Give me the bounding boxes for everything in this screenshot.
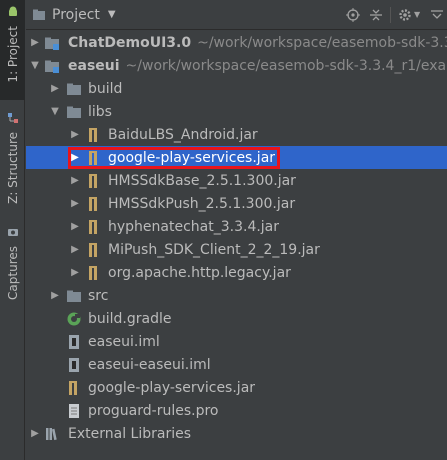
- jar-icon: [89, 219, 97, 234]
- structure-icon: [7, 113, 18, 123]
- tab-structure[interactable]: Z: Structure: [0, 108, 25, 208]
- folder-icon: [67, 83, 81, 95]
- gradle-icon: [67, 312, 81, 325]
- tree-row-label: proguard-rules.pro: [88, 402, 219, 419]
- tree-row-jar[interactable]: ▶ HMSSdkBase_2.5.1.300.jar: [26, 169, 447, 192]
- tree-row-label: build.gradle: [88, 310, 172, 327]
- target-icon[interactable]: [346, 8, 360, 22]
- tree-row-label: libs: [88, 103, 112, 120]
- module-folder-icon: [45, 60, 59, 73]
- tree-row-jar[interactable]: ▶ hyphenatechat_3.3.4.jar: [26, 215, 447, 238]
- tree-row-jar[interactable]: ▶ HMSSdkPush_2.5.1.300.jar: [26, 192, 447, 215]
- settings-icon[interactable]: [398, 8, 412, 22]
- hide-icon[interactable]: [430, 8, 444, 22]
- expand-arrow-icon[interactable]: ▶: [70, 175, 80, 186]
- tree-row-libs[interactable]: ▼ libs: [26, 100, 447, 123]
- project-panel-header: Project ▼ ▼: [26, 0, 447, 30]
- jar-icon: [89, 173, 97, 188]
- expand-arrow-icon[interactable]: ▶: [70, 198, 80, 209]
- tree-row-label: org.apache.http.legacy.jar: [108, 264, 291, 281]
- tree-row-label: External Libraries: [68, 425, 191, 442]
- expand-arrow-icon[interactable]: ▶: [70, 129, 80, 140]
- tree-row-jar[interactable]: ▶ BaiduLBS_Android.jar: [26, 123, 447, 146]
- project-tree: ▶ ChatDemoUI3.0 ~/work/workspace/easemob-…: [26, 31, 447, 460]
- tree-row-jar[interactable]: ▶ MiPush_SDK_Client_2_2_19.jar: [26, 238, 447, 261]
- expand-arrow-icon[interactable]: ▶: [50, 290, 60, 301]
- jar-icon: [89, 127, 97, 142]
- dropdown-caret-icon[interactable]: ▼: [108, 9, 116, 20]
- jar-icon: [89, 150, 97, 165]
- jar-icon: [89, 265, 97, 280]
- tree-row-iml[interactable]: easeui-easeui.iml: [26, 353, 447, 376]
- jar-icon: [69, 380, 77, 395]
- jar-icon: [89, 196, 97, 211]
- module-folder-icon: [45, 37, 59, 50]
- tab-captures[interactable]: Captures: [0, 222, 25, 302]
- collapse-arrow-icon[interactable]: ▼: [30, 60, 40, 71]
- tree-row-jar[interactable]: ▶ org.apache.http.legacy.jar: [26, 261, 447, 284]
- expand-arrow-icon[interactable]: ▶: [30, 37, 40, 48]
- collapse-arrow-icon[interactable]: ▼: [50, 106, 60, 117]
- tree-row-proguard[interactable]: proguard-rules.pro: [26, 399, 447, 422]
- tree-row-label: MiPush_SDK_Client_2_2_19.jar: [108, 241, 320, 258]
- tree-row-build[interactable]: ▶ build: [26, 77, 447, 100]
- tree-row-build-gradle[interactable]: build.gradle: [26, 307, 447, 330]
- tree-row-label: HMSSdkBase_2.5.1.300.jar: [108, 172, 296, 189]
- tree-row-external-libraries[interactable]: ▶ External Libraries: [26, 422, 447, 445]
- tree-row-label: easeui ~/work/workspace/easemob-sdk-3.3.4…: [68, 57, 447, 74]
- tree-row-label: easeui.iml: [88, 333, 160, 350]
- folder-icon: [67, 290, 81, 302]
- tree-row-easeui[interactable]: ▼ easeui ~/work/workspace/easemob-sdk-3.3…: [26, 54, 447, 77]
- iml-file-icon: [69, 334, 79, 349]
- tree-row-label: google-play-services.jar: [108, 149, 276, 166]
- tree-row-label: ChatDemoUI3.0 ~/work/workspace/easemob-sd…: [68, 34, 447, 51]
- android-icon: [8, 6, 17, 16]
- tab-structure-label: Z: Structure: [5, 132, 20, 204]
- project-view-title[interactable]: Project: [52, 7, 100, 23]
- jar-icon: [89, 242, 97, 257]
- expand-arrow-icon[interactable]: ▶: [30, 428, 40, 439]
- iml-file-icon: [69, 357, 79, 372]
- tree-row-label: src: [88, 287, 109, 304]
- tree-row-label: google-play-services.jar: [88, 379, 256, 396]
- expand-arrow-icon[interactable]: ▶: [70, 267, 80, 278]
- tree-row-src[interactable]: ▶ src: [26, 284, 447, 307]
- folder-icon: [67, 106, 81, 118]
- expand-arrow-icon[interactable]: ▶: [50, 83, 60, 94]
- tree-row-chatdemo[interactable]: ▶ ChatDemoUI3.0 ~/work/workspace/easemob-…: [26, 31, 447, 54]
- tree-row-label: HMSSdkPush_2.5.1.300.jar: [108, 195, 296, 212]
- camera-icon: [7, 229, 18, 236]
- tree-row-label: BaiduLBS_Android.jar: [108, 126, 258, 143]
- collapse-icon[interactable]: [369, 8, 383, 22]
- settings-caret-icon[interactable]: ▼: [414, 10, 420, 19]
- tree-row-label: build: [88, 80, 123, 97]
- text-file-icon: [69, 403, 79, 418]
- expand-arrow-icon[interactable]: ▶: [70, 244, 80, 255]
- tab-project[interactable]: 1: Project: [0, 0, 25, 100]
- tab-captures-label: Captures: [5, 246, 20, 300]
- tree-row-label: hyphenatechat_3.3.4.jar: [108, 218, 280, 235]
- libraries-icon: [46, 427, 57, 440]
- expand-arrow-icon[interactable]: ▶: [70, 152, 80, 163]
- tree-row-jar-selected[interactable]: ▶ google-play-services.jar: [26, 146, 447, 169]
- project-icon: [33, 9, 45, 20]
- tree-row-iml[interactable]: easeui.iml: [26, 330, 447, 353]
- expand-arrow-icon[interactable]: ▶: [70, 221, 80, 232]
- tree-row-jar-file[interactable]: google-play-services.jar: [26, 376, 447, 399]
- header-divider: [390, 7, 391, 23]
- tool-window-strip: 1: Project Z: Structure Captures: [0, 0, 25, 460]
- tab-project-label: 1: Project: [5, 26, 20, 83]
- tree-row-label: easeui-easeui.iml: [88, 356, 211, 373]
